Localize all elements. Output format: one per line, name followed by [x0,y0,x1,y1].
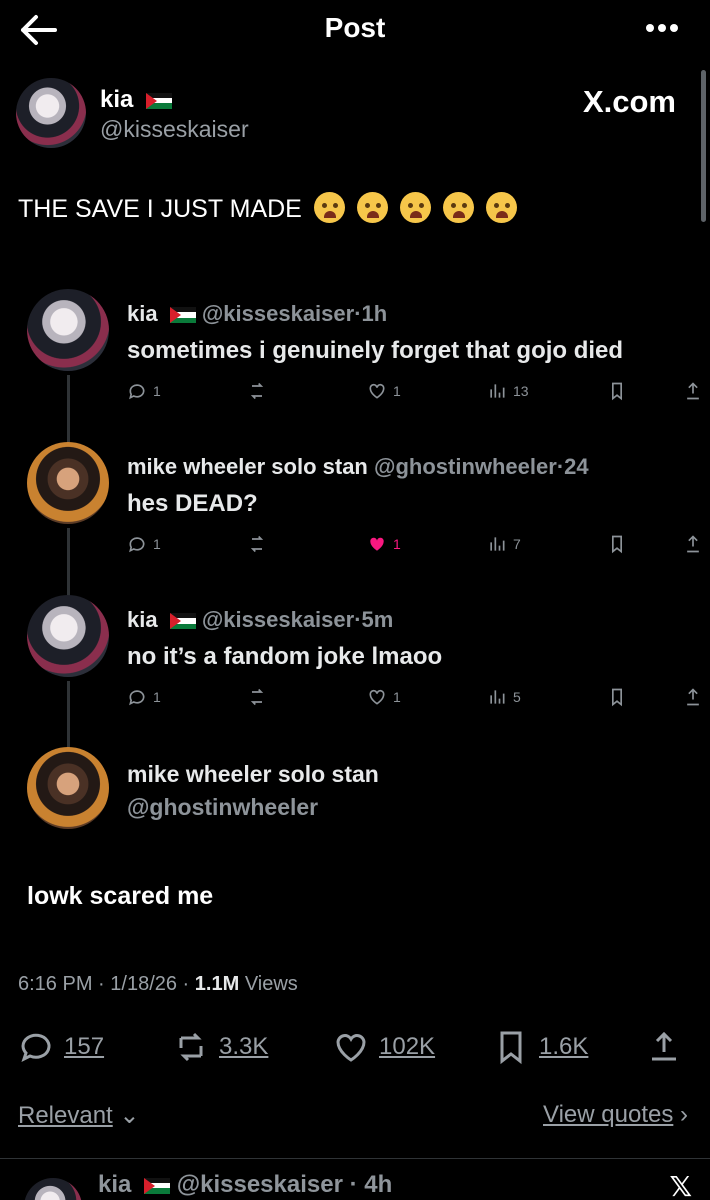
comment-icon [129,690,145,706]
page-title: Post [324,12,386,43]
views-icon [490,537,505,551]
like-count-button[interactable]: 102K [333,1029,435,1065]
top-bar: Post [0,0,710,60]
author-handle[interactable]: @kisseskaiser [100,116,249,143]
flag-icon [146,92,173,109]
reply-bookmark-button[interactable] [607,687,627,707]
next-reply-header: kia @kisseskaiser · 4h [98,1171,393,1198]
views-icon [490,690,505,704]
flag-icon [144,1177,171,1194]
post-text: THE SAVE I JUST MADE [18,192,517,224]
reply-like-button[interactable]: 1 [367,381,401,401]
bookmark-icon [612,535,622,554]
repost-count-button[interactable]: 3.3K [173,1029,268,1065]
reply-repost-button[interactable] [247,534,267,554]
quoted-reply[interactable]: mike wheeler solo stan @ghostinwheeler·2… [27,442,707,570]
reply-header: kia @kisseskaiser·1h [127,301,388,326]
share-icon [687,535,699,553]
reply-views-button[interactable]: 7 [487,534,521,554]
heart-icon [336,1034,366,1062]
reply-like-button[interactable]: 1 [367,534,401,554]
bookmark-count-button[interactable]: 1.6K [493,1029,588,1065]
crying-emoji-icon [356,192,388,223]
next-reply-avatar[interactable] [24,1178,82,1200]
crying-emoji-icon [485,192,517,223]
reply-actions: 1 1 5 [127,687,707,715]
heart-icon [370,537,384,551]
chevron-right-icon: › [680,1101,688,1128]
comment-count-button[interactable]: 157 [18,1029,104,1065]
reply-share-button[interactable] [683,534,703,554]
flag-icon [169,307,196,324]
caption-text: lowk scared me [27,882,214,910]
divider [0,1158,710,1159]
share-icon [687,688,699,706]
reply-share-button[interactable] [683,687,703,707]
reply-avatar[interactable] [27,595,109,677]
reply-actions: 1 1 13 [127,381,707,409]
share-icon [687,382,699,400]
quoted-reply[interactable]: kia @kisseskaiser·5m no it’s a fandom jo… [27,595,707,723]
reply-comment-button[interactable]: 1 [127,534,161,554]
reply-author-handle[interactable]: @ghostinwheeler [127,794,318,821]
reply-share-button[interactable] [683,381,703,401]
view-quotes-link[interactable]: View quotes › [543,1101,688,1129]
repost-icon [179,1032,203,1062]
heart-icon [369,383,385,399]
reply-like-button[interactable]: 1 [367,687,401,707]
comment-icon [129,384,145,400]
author-avatar[interactable] [16,78,86,148]
reply-text: no it’s a fandom joke lmaoo [127,643,443,670]
reply-comment-button[interactable]: 1 [127,381,161,401]
reply-views-button[interactable]: 13 [487,381,529,401]
reply-repost-button[interactable] [247,381,267,401]
crying-emoji-icon [313,192,345,223]
quoted-reply-author[interactable]: mike wheeler solo stan @ghostinwheeler [27,747,707,837]
crying-emoji-icon [442,192,474,223]
reply-header: kia @kisseskaiser·5m [127,607,394,632]
repost-icon [250,688,264,706]
x-logo-icon: 𝕏 [669,1171,692,1200]
x-com-logo: X.com [582,84,676,119]
reply-bookmark-button[interactable] [607,534,627,554]
reply-avatar[interactable] [27,442,109,524]
crying-emoji-icon [399,192,431,223]
author-name[interactable]: kia [100,86,173,114]
repost-icon [250,535,264,553]
reply-avatar[interactable] [27,747,109,829]
share-icon [652,1031,676,1061]
comment-icon [129,537,145,553]
heart-icon [369,689,385,705]
reply-avatar[interactable] [27,289,109,371]
quoted-reply[interactable]: kia @kisseskaiser·1h sometimes i genuine… [27,289,707,417]
reply-text: sometimes i genuinely forget that gojo d… [127,337,624,364]
scrollbar[interactable] [701,70,706,222]
reply-author-name[interactable]: mike wheeler solo stan [127,761,379,788]
comment-icon [21,1033,51,1062]
flag-icon [169,613,196,630]
post-stats: 157 3.3K 102K 1.6K [18,1023,693,1073]
reply-bookmark-button[interactable] [607,381,627,401]
reply-comment-button[interactable]: 1 [127,687,161,707]
reply-repost-button[interactable] [247,687,267,707]
reply-text: hes DEAD? [127,490,258,517]
post-meta: 6:16 PM · 1/18/26 · 1.1M Views [18,973,298,995]
reply-header: mike wheeler solo stan @ghostinwheeler·2… [127,454,589,479]
replies-footer: Relevant ⌄ View quotes › [18,1097,688,1137]
reply-views-button[interactable]: 5 [487,687,521,707]
views-icon [490,384,505,398]
share-button[interactable] [646,1029,682,1065]
bookmark-icon [500,1031,522,1065]
reply-actions: 1 1 7 [127,534,707,562]
bookmark-icon [612,382,622,401]
sort-relevant-dropdown[interactable]: Relevant ⌄ [18,1101,140,1130]
next-reply-preview[interactable]: kia @kisseskaiser · 4h 𝕏 [0,1168,710,1200]
chevron-down-icon: ⌄ [119,1102,140,1129]
bookmark-icon [612,688,622,707]
repost-icon [250,382,264,400]
more-options-icon[interactable] [642,12,682,44]
